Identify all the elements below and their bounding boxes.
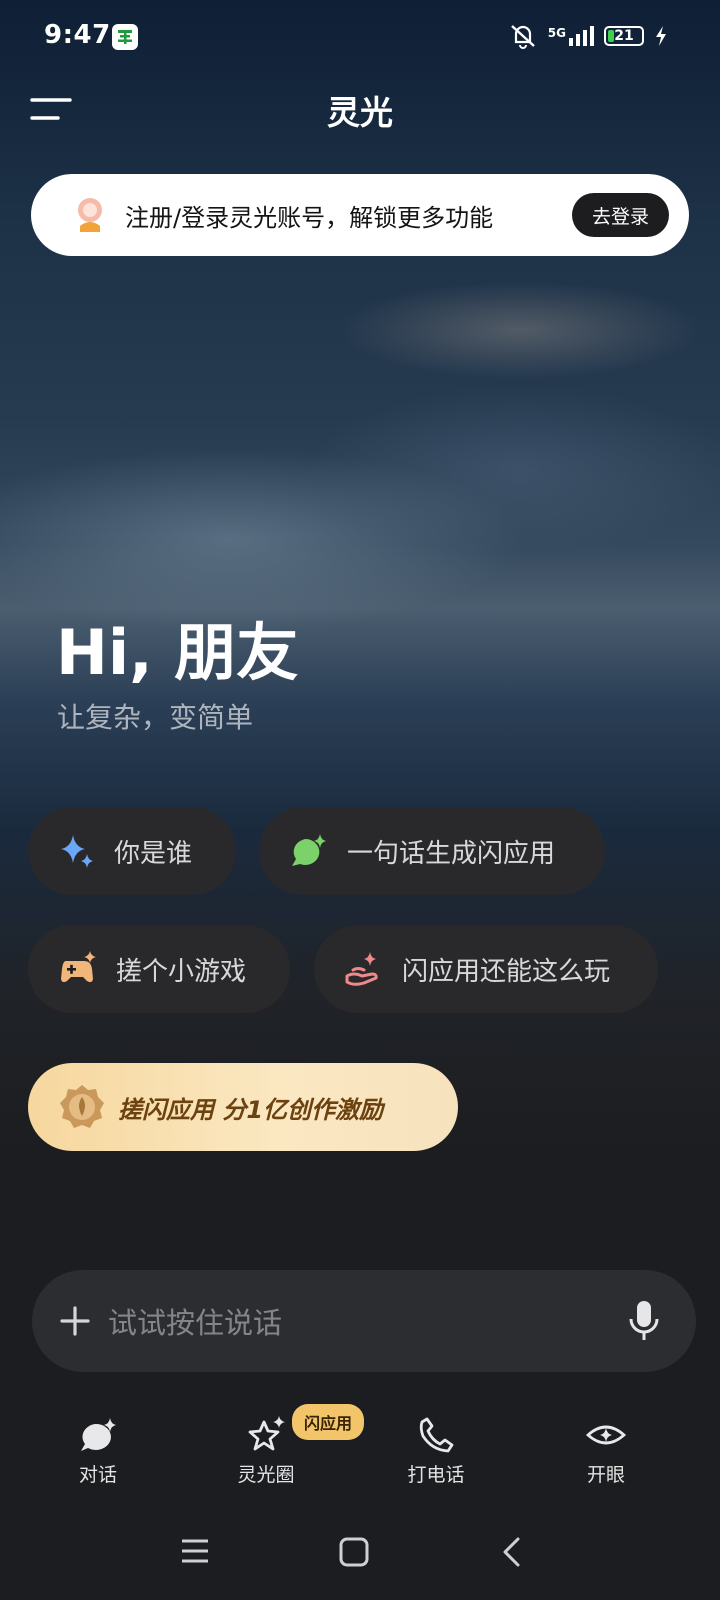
status-time: 9:47 (44, 20, 111, 50)
battery-indicator: 21 (604, 26, 644, 46)
eye-icon (585, 1425, 627, 1445)
chat-bubble-sparkle-icon (81, 1418, 116, 1451)
greeting-subtitle: 让复杂，变简单 (57, 701, 254, 734)
suggestion-label: 闪应用还能这么玩 (402, 956, 611, 987)
login-prompt-text: 注册/登录灵光账号，解锁更多功能 (125, 203, 494, 232)
mute-bell-icon (510, 25, 535, 49)
tab-label: 对话 (78, 1464, 117, 1486)
recent-apps-button[interactable] (180, 1536, 210, 1570)
tab-label: 灵光圈 (237, 1464, 295, 1486)
sparkle-icon (61, 835, 93, 868)
page-title: 灵光 (327, 93, 393, 132)
chat-bubble-sparkle-icon (292, 834, 326, 866)
promo-text: 搓闪应用 分1亿创作激励 (118, 1095, 384, 1124)
suggestion-label: 搓个小游戏 (116, 956, 247, 987)
suggestion-label: 你是谁 (114, 838, 193, 869)
tab-label: 打电话 (407, 1464, 465, 1486)
new-feature-badge: 闪应用 (292, 1404, 365, 1440)
home-button[interactable] (338, 1536, 370, 1572)
suggestion-chip-who-are-you[interactable]: 你是谁 (28, 807, 236, 895)
login-button[interactable]: 去登录 (571, 193, 669, 237)
signal-indicator: 5G (548, 26, 594, 46)
avatar-icon (75, 196, 105, 234)
tab-open-eyes[interactable]: 开眼 (546, 1416, 666, 1487)
battery-level: 21 (614, 28, 634, 44)
hand-sparkle-icon (345, 952, 378, 986)
tab-phone-call[interactable]: 打电话 (376, 1416, 496, 1487)
suggestion-chip-make-game[interactable]: 搓个小游戏 (28, 925, 290, 1013)
postal-app-icon (112, 24, 138, 50)
tab-label: 开眼 (586, 1464, 625, 1486)
promo-banner[interactable]: 搓闪应用 分1亿创作激励 (28, 1063, 458, 1151)
input-placeholder[interactable]: 试试按住说话 (108, 1300, 628, 1342)
star-sparkle-icon (248, 1416, 285, 1451)
phone-icon (419, 1417, 454, 1453)
back-button[interactable] (500, 1536, 524, 1572)
charging-bolt-icon (656, 26, 666, 46)
suggestion-chip-generate-app[interactable]: 一句话生成闪应用 (259, 807, 605, 895)
status-icons: 5G 21 (508, 22, 668, 50)
medal-icon (60, 1085, 104, 1128)
microphone-icon[interactable] (628, 1299, 660, 1343)
voice-input-bar[interactable]: 试试按住说话 (32, 1270, 696, 1372)
gamepad-icon (61, 951, 96, 983)
login-banner[interactable]: 注册/登录灵光账号，解锁更多功能 去登录 (31, 174, 689, 256)
plus-icon[interactable] (60, 1306, 90, 1336)
suggestion-chip-app-ideas[interactable]: 闪应用还能这么玩 (314, 925, 658, 1013)
suggestion-label: 一句话生成闪应用 (347, 838, 556, 869)
network-type-label: 5G (547, 26, 566, 40)
tab-chat[interactable]: 对话 (38, 1416, 158, 1487)
greeting-title: Hi, 朋友 (56, 616, 299, 689)
